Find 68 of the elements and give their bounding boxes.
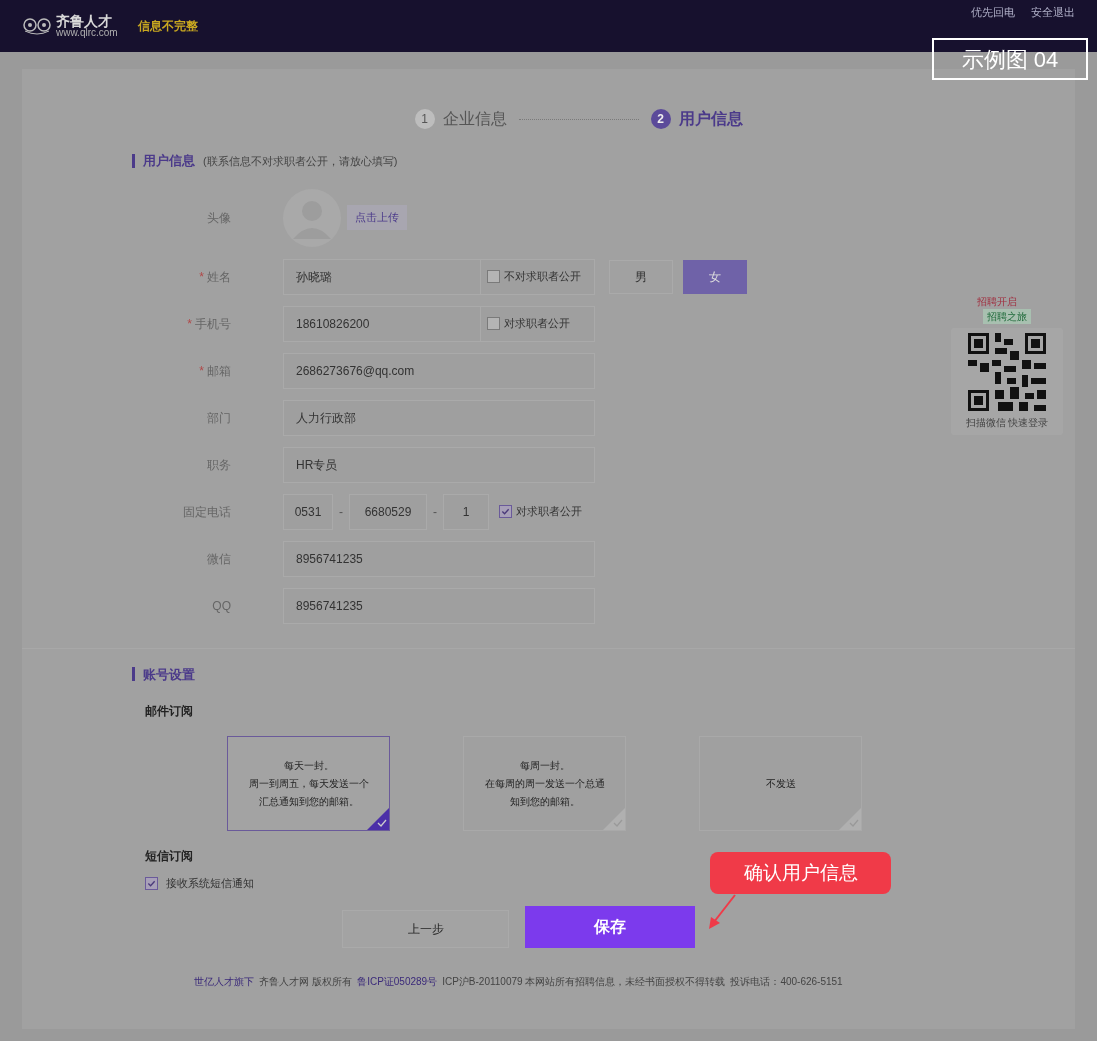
frog-logo-icon [22,17,52,35]
field-label: * 邮箱 [198,362,232,380]
step-tab[interactable]: 2 用户信息 [650,107,743,131]
checkbox[interactable] [487,270,500,283]
status-text: 信息不完整 [137,18,198,35]
subscription-option[interactable]: 每天一封。 周一到周五，每天发送一个 汇总通知到您的邮箱。 [227,736,390,831]
privacy-label: 对求职者公开 [504,316,570,332]
header-link[interactable]: 安全退出 [1031,4,1075,21]
qr-code-icon [968,333,1046,411]
logo-url: www.qlrc.com [56,28,118,38]
required-mark: * [199,269,204,284]
back-button[interactable]: 上一步 [342,909,509,948]
subscription-option[interactable]: 不发送 [699,736,862,831]
promo-tag: 招聘之旅 [983,309,1031,324]
separator: - [432,503,438,521]
checkbox[interactable] [487,317,500,330]
separator: - [338,503,344,521]
field-label: 头像 [206,209,232,227]
logo-text: 齐鲁人才 [56,14,112,28]
footer-link[interactable]: 世亿人才旗下 [194,973,255,989]
subsection-title: 短信订阅 [145,848,193,865]
input-field[interactable]: 18610826200 对求职者公开 [283,305,595,342]
option-text: 每周一封。 [519,758,570,773]
section-title: 用户信息 [143,152,195,170]
save-button[interactable]: 保存 [525,905,695,948]
checkbox-label: 接收系统短信通知 [166,876,254,891]
corner-check-icon [367,808,389,830]
option-text: 不发送 [765,776,796,791]
callout-bubble: 确认用户信息 [710,852,891,894]
checkbox[interactable] [499,505,512,518]
step-tab[interactable]: 1 企业信息 [414,107,507,131]
option-text: 每天一封。 [283,758,334,773]
upload-button[interactable]: 点击上传 [347,205,407,230]
qr-caption: 扫描微信 快速登录 [965,416,1049,430]
option-text: 周一到周五，每天发送一个 [248,776,369,791]
input-field[interactable]: 8956741235 [283,540,595,577]
section-note: (联系信息不对求职者公开，请放心填写) [203,153,398,169]
gender-button[interactable]: 女 [683,259,747,294]
section-title: 账号设置 [143,665,195,684]
option-text: 知到您的邮箱。 [509,794,580,809]
input-field[interactable]: 0531 [283,493,333,530]
footer-text: ICP沪B-20110079 本网站所有招聘信息，未经书面授权不得转载 [442,974,726,989]
subscription-option[interactable]: 每周一封。 在每周的周一发送一个总通 知到您的邮箱。 [463,736,626,831]
header-link[interactable]: 优先回电 [971,4,1015,21]
footer-text: 投诉电话：400-626-5151 [730,974,843,989]
checkbox[interactable] [145,876,158,890]
option-text: 汇总通知到您的邮箱。 [258,794,359,809]
input-field[interactable]: 1 [443,493,489,530]
footer-text: 齐鲁人才网 版权所有 [259,974,353,989]
field-label: QQ [211,597,232,615]
input-field[interactable]: 8956741235 [283,587,595,624]
option-text: 在每周的周一发送一个总通 [484,776,605,791]
check-icon [501,507,510,516]
input-field[interactable]: 6680529 [349,493,427,530]
privacy-label: 不对求职者公开 [504,269,581,285]
required-mark: * [199,363,204,378]
subsection-title: 邮件订阅 [145,703,193,720]
privacy-label: 对求职者公开 [516,504,582,520]
gender-button[interactable]: 男 [609,259,673,294]
input-field[interactable]: 2686273676@qq.com [283,352,595,389]
promo-tag: 招聘开启 [977,294,1017,309]
example-label: 示例图 04 [932,38,1088,80]
footer-link[interactable]: 鲁ICP证050289号 [357,973,438,989]
input-field[interactable]: HR专员 [283,446,595,483]
input-field[interactable]: 人力行政部 [283,399,595,436]
input-field[interactable]: 孙晓璐 不对求职者公开 [283,258,595,295]
required-mark: * [187,316,192,331]
check-icon [147,878,156,888]
